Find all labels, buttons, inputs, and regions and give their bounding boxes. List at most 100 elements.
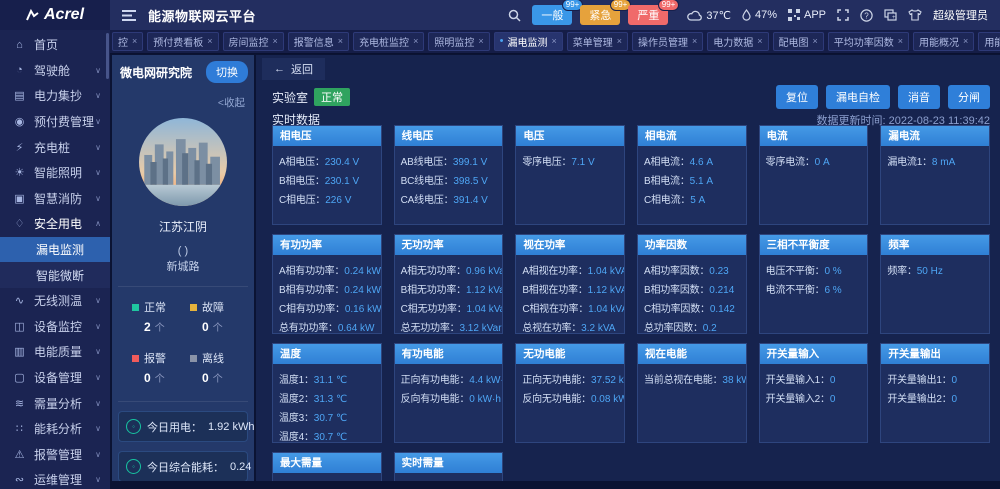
switch-station-button[interactable]: 切换 — [206, 61, 248, 83]
tab-close-icon[interactable]: × — [413, 37, 418, 46]
sidebar-item-安全用电[interactable]: ♢安全用电∧ — [0, 211, 110, 237]
item-value: 5 A — [690, 195, 705, 206]
back-button[interactable]: ← 返回 — [262, 58, 325, 80]
card-item: 电压不平衡0 % — [766, 262, 866, 281]
sidebar-item-首页[interactable]: ⌂首页 — [0, 32, 110, 58]
status-unit: 个 — [213, 374, 223, 385]
help-icon[interactable]: ? — [860, 9, 873, 22]
current-user[interactable]: 超级管理员 — [933, 7, 988, 23]
item-label: B相电流 — [644, 176, 690, 187]
back-label: 返回 — [291, 61, 313, 77]
item-value: 0 kW·h — [469, 394, 501, 405]
card-title: 开关量输入 — [760, 344, 868, 364]
item-label: 反向无功电能 — [522, 394, 591, 405]
search-icon[interactable] — [508, 9, 521, 22]
ops-mgmt-icon: ∾ — [13, 473, 26, 486]
app-qr-group[interactable]: APP — [788, 9, 826, 21]
status-name: 报警 — [144, 350, 166, 366]
item-label: C相电压 — [279, 195, 325, 206]
action-button-消音[interactable]: 消音 — [898, 85, 940, 109]
tab-预付费看板[interactable]: 预付费看板× — [147, 32, 218, 51]
sidebar-item-电力集抄[interactable]: ▤电力集抄∨ — [0, 83, 110, 109]
item-label: B相视在功率 — [522, 285, 587, 296]
tab-充电桩监控[interactable]: 充电桩监控× — [353, 32, 424, 51]
tab-close-icon[interactable]: × — [898, 37, 903, 46]
sidebar-scrollbar[interactable] — [106, 33, 109, 79]
stat-value: 0.24 kgce — [230, 461, 254, 473]
action-button-复位[interactable]: 复位 — [776, 85, 818, 109]
tab-房间监控[interactable]: 房间监控× — [223, 32, 284, 51]
tab-close-icon[interactable]: × — [478, 37, 483, 46]
sidebar-item-label: 无线测温 — [34, 292, 82, 309]
status-cell-正常: 正常2个 — [132, 299, 190, 334]
item-label: 总无功功率 — [401, 323, 460, 333]
sidebar-item-设备监控[interactable]: ◫设备监控∨ — [0, 314, 110, 340]
multi-window-icon[interactable]: + — [884, 9, 897, 21]
chevron-down-icon: ∨ — [95, 322, 101, 331]
tab-close-icon[interactable]: × — [963, 37, 968, 46]
action-button-分闸[interactable]: 分闸 — [948, 85, 990, 109]
sidebar-subitem-漏电监测[interactable]: 漏电监测 — [0, 237, 110, 263]
tab-close-icon[interactable]: × — [692, 37, 697, 46]
card-title: 开关量输出 — [881, 344, 989, 364]
theme-tshirt-icon[interactable] — [908, 9, 922, 21]
tab-平均功率因数[interactable]: 平均功率因数× — [828, 32, 909, 51]
sidebar-item-label: 报警管理 — [34, 446, 82, 463]
fullscreen-icon[interactable] — [837, 9, 849, 21]
card-item: 开关量输入10 — [766, 371, 866, 390]
app-label: APP — [804, 9, 826, 21]
tab-label: 照明监控 — [434, 34, 474, 49]
tab-用能报表[interactable]: 用能报表× — [978, 32, 1000, 51]
tab-close-icon[interactable]: × — [757, 37, 762, 46]
card-item: B相无功功率1.12 kVar — [401, 281, 501, 300]
tab-菜单管理[interactable]: 菜单管理× — [567, 32, 628, 51]
tab-照明监控[interactable]: 照明监控 × — [428, 32, 489, 51]
status-label: 离线 — [190, 350, 248, 366]
station-photo — [139, 118, 227, 206]
tab-报警信息[interactable]: 报警信息× — [288, 32, 349, 51]
tab-label: 漏电监测 — [507, 34, 547, 49]
sidebar-item-电能质量[interactable]: ▥电能质量∨ — [0, 339, 110, 365]
tab-close-icon[interactable]: × — [132, 37, 137, 46]
tab-close-icon[interactable]: × — [551, 37, 556, 46]
sidebar-item-充电桩[interactable]: ⚡充电桩∨ — [0, 134, 110, 160]
tab-控[interactable]: 控× — [112, 32, 143, 51]
data-card-视在功率: 视在功率A相视在功率1.04 kVAB相视在功率1.12 kVAC相视在功率1.… — [515, 234, 625, 334]
card-body: 正向无功电能37.52 kW·h反向无功电能0.08 kW·h — [516, 364, 624, 442]
room-status-badge: 正常 — [314, 88, 350, 106]
sidebar-subitem-智能微断[interactable]: 智能微断 — [0, 262, 110, 288]
sidebar-item-报警管理[interactable]: ⚠报警管理∨ — [0, 442, 110, 468]
tab-close-icon[interactable]: × — [813, 37, 818, 46]
item-value: 0.24 kW — [344, 266, 380, 277]
sidebar-item-预付费管理[interactable]: ◉预付费管理∨ — [0, 109, 110, 135]
tab-用能概况[interactable]: 用能概况× — [913, 32, 974, 51]
status-label: 报警 — [132, 350, 190, 366]
card-item: 温度231.3 ℃ — [279, 390, 379, 409]
item-label: 温度1 — [279, 375, 314, 386]
sidebar-item-能耗分析[interactable]: ∷能耗分析∨ — [0, 416, 110, 442]
sidebar-item-无线测温[interactable]: ∿无线测温∨ — [0, 288, 110, 314]
sidebar-item-运维管理[interactable]: ∾运维管理∨ — [0, 467, 110, 489]
item-label: 频率 — [887, 266, 916, 277]
tab-close-icon[interactable]: × — [338, 37, 343, 46]
tab-close-icon[interactable]: × — [617, 37, 622, 46]
card-item: 总无功功率3.12 kVar — [401, 319, 501, 333]
data-card-无功功率: 无功功率A相无功功率0.96 kVarB相无功功率1.12 kVarC相无功功率… — [394, 234, 504, 334]
sidebar-item-智能照明[interactable]: ☀智能照明∨ — [0, 160, 110, 186]
tab-close-icon[interactable]: × — [273, 37, 278, 46]
tab-close-icon[interactable]: × — [207, 37, 212, 46]
tab-电力数据[interactable]: 电力数据× — [707, 32, 768, 51]
alert-count-badge: 99+ — [658, 0, 680, 11]
sidebar-item-设备管理[interactable]: ▢设备管理∨ — [0, 365, 110, 391]
sidebar-item-需量分析[interactable]: ≋需量分析∨ — [0, 390, 110, 416]
collapse-panel-link[interactable]: <收起 — [112, 95, 254, 110]
menu-toggle-icon[interactable] — [122, 10, 136, 21]
humidity-value: 47% — [755, 9, 777, 21]
sidebar-item-智慧消防[interactable]: ▣智慧消防∨ — [0, 186, 110, 212]
tab-漏电监测[interactable]: •漏电监测× — [494, 32, 563, 51]
action-button-漏电自检[interactable]: 漏电自检 — [826, 85, 890, 109]
tab-操作员管理[interactable]: 操作员管理× — [632, 32, 703, 51]
tab-配电图[interactable]: 配电图× — [773, 32, 824, 51]
sidebar-item-驾驶舱[interactable]: ◔驾驶舱∨ — [0, 58, 110, 84]
item-value: 0 A — [815, 157, 830, 168]
